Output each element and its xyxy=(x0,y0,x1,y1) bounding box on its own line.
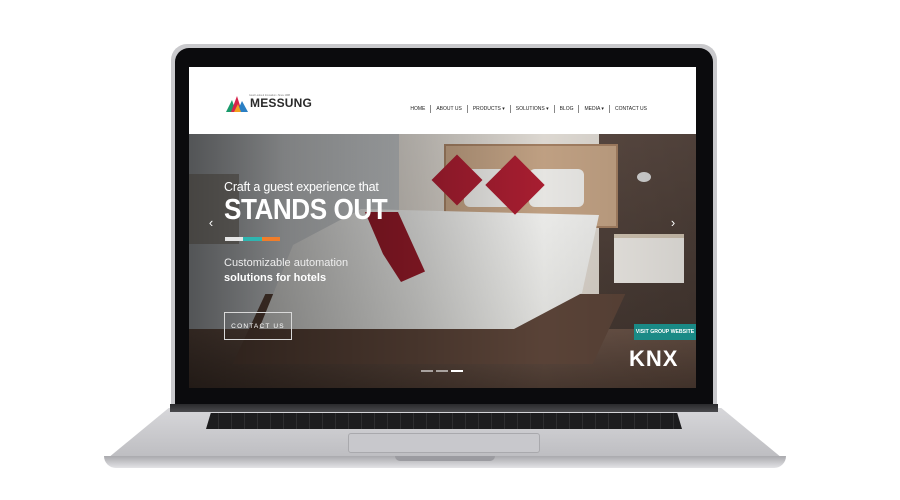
laptop-trackpad xyxy=(348,433,540,453)
visit-group-website-button[interactable]: VISIT GROUP WEBSITE xyxy=(634,324,696,340)
brand-name: MESSUNG xyxy=(250,96,313,110)
hero-description-line1: Customizable automation xyxy=(224,257,349,269)
hero-title: STANDS OUT xyxy=(224,194,388,226)
site-header: MESSUNG Good Looks & Innovation • Since … xyxy=(189,67,696,134)
slider-prev-arrow-icon[interactable]: ‹ xyxy=(205,215,217,231)
accent-white xyxy=(225,237,244,241)
nav-item-home[interactable]: HOME xyxy=(405,105,430,113)
nav-item-media[interactable]: MEDIA ▾ xyxy=(578,105,608,113)
contact-us-button[interactable]: CONTACT US xyxy=(224,312,292,340)
accent-orange xyxy=(261,237,280,241)
slider-dot[interactable] xyxy=(421,370,433,372)
messung-logo-icon xyxy=(226,96,248,112)
laptop-hinge xyxy=(170,404,718,412)
laptop-screen: MESSUNG Good Looks & Innovation • Since … xyxy=(189,67,696,388)
slider-next-arrow-icon[interactable]: › xyxy=(667,215,679,231)
slider-dot[interactable] xyxy=(436,370,448,372)
hero-slider: Craft a guest experience that STANDS OUT… xyxy=(189,134,696,388)
hero-accent-bar xyxy=(225,237,280,241)
nav-item-solutions[interactable]: SOLUTIONS ▾ xyxy=(509,105,554,113)
nav-item-products[interactable]: PRODUCTS ▾ xyxy=(466,105,510,113)
laptop-keyboard xyxy=(206,413,682,429)
nav-item-contact[interactable]: CONTACT US xyxy=(608,105,652,113)
knx-badge: KNX xyxy=(629,346,679,371)
hero-description-line2: solutions for hotels xyxy=(224,272,327,284)
brand-tagline: Good Looks & Innovation • Since 1988 xyxy=(249,94,290,97)
hero-subtitle: Craft a guest experience that xyxy=(224,180,379,194)
nav-item-about[interactable]: ABOUT US xyxy=(430,105,466,113)
slider-pagination xyxy=(421,370,463,372)
slider-dot-active[interactable] xyxy=(451,370,463,372)
nav-item-blog[interactable]: BLOG xyxy=(553,105,579,113)
accent-teal xyxy=(243,237,262,241)
main-nav: HOME ABOUT US PRODUCTS ▾ SOLUTIONS ▾ BLO… xyxy=(405,105,652,113)
laptop-notch xyxy=(395,456,495,461)
